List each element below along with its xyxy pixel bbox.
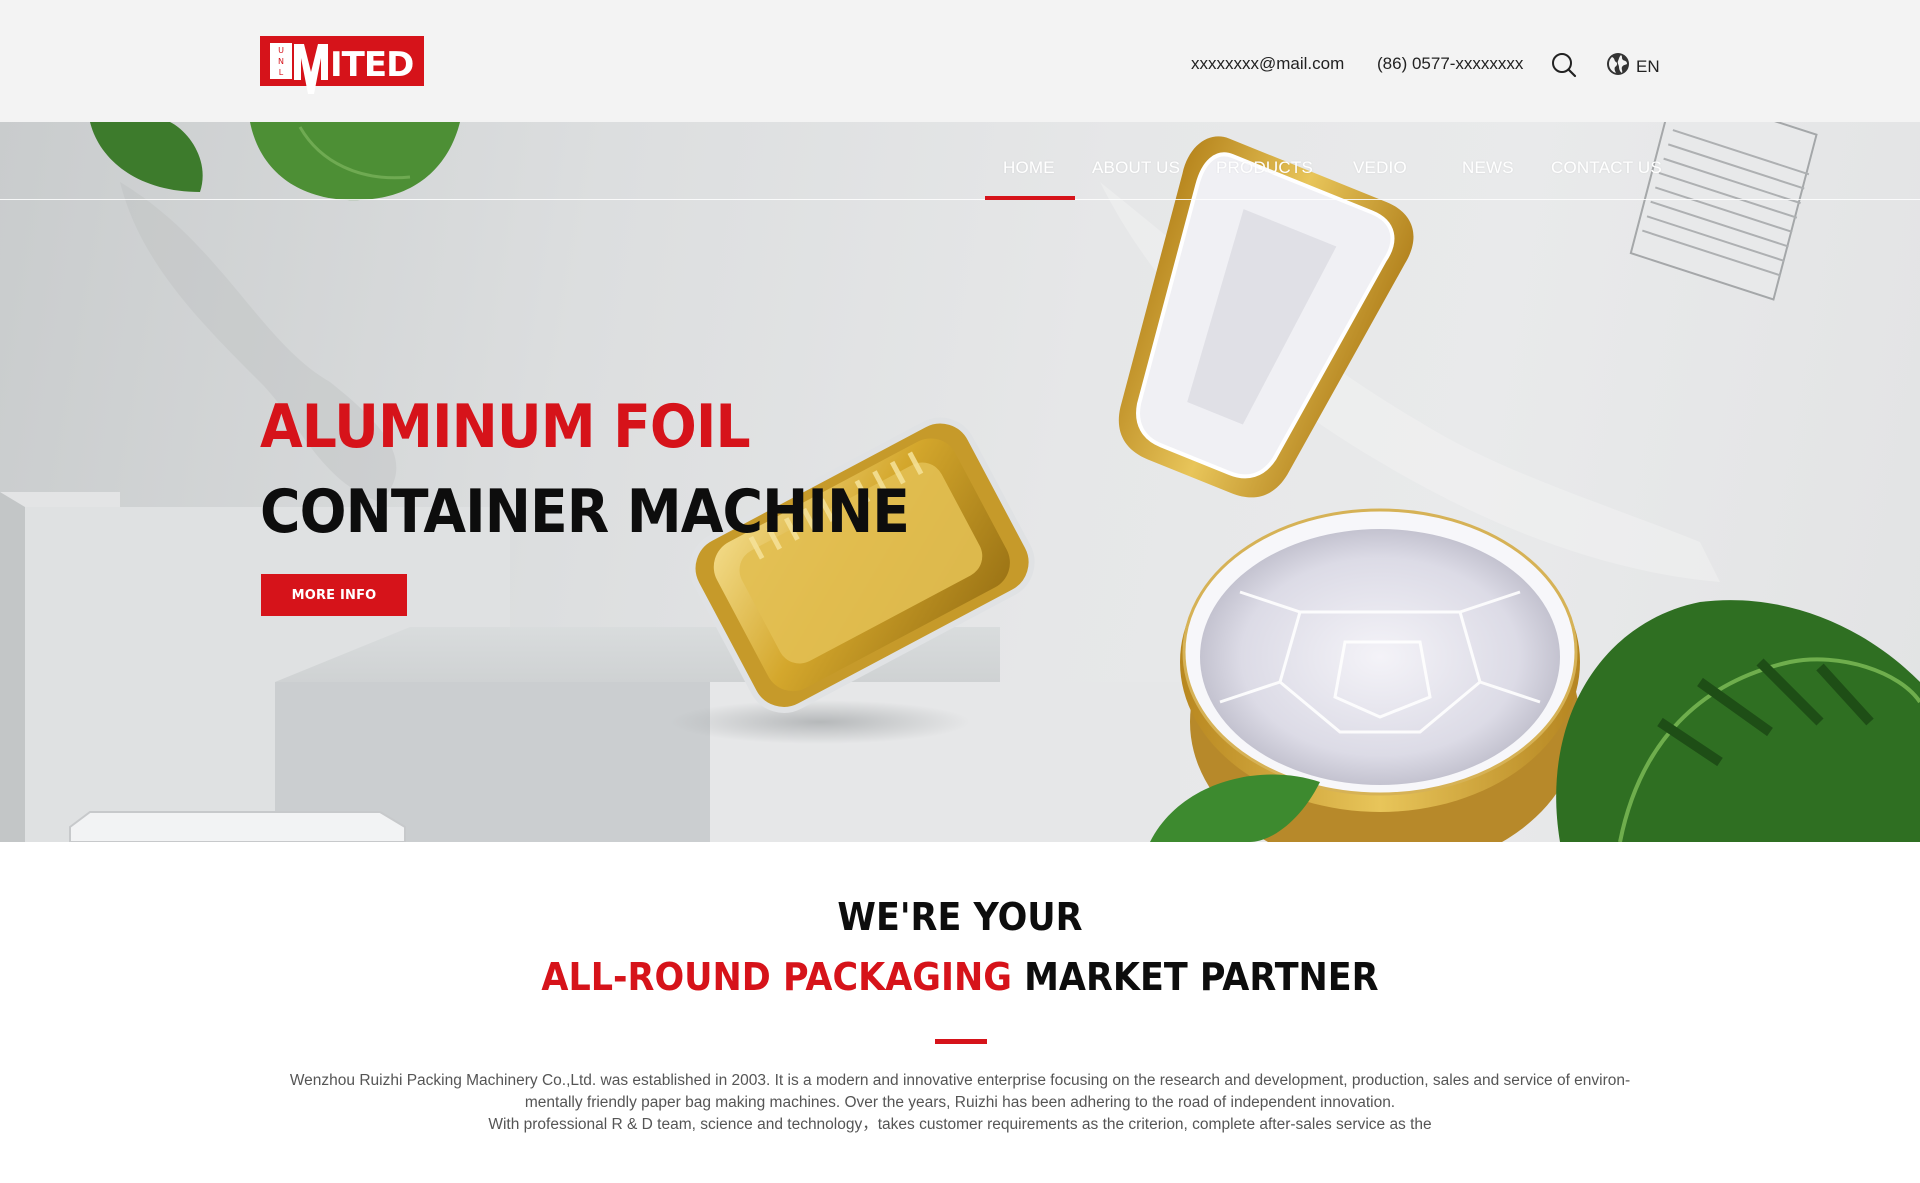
intro-paragraph: Wenzhou Ruizhi Packing Machinery Co.,Ltd… <box>260 1070 1660 1136</box>
hero-title-black: CONTAINER MACHINE <box>260 477 910 547</box>
nav-about-us[interactable]: ABOUT US <box>1092 158 1180 178</box>
unlimited-logo[interactable]: U N L ITED <box>260 36 424 96</box>
globe-icon <box>1606 52 1630 81</box>
hero-title-red: ALUMINUM FOIL <box>260 392 751 462</box>
hero-banner: HOME ABOUT US PRODUCTS VEDIO NEWS CONTAC… <box>0 122 1920 842</box>
svg-text:L: L <box>279 68 284 77</box>
intro-body-line3: With professional R & D team, science an… <box>488 1116 1432 1133</box>
nav-active-indicator <box>985 196 1075 200</box>
svg-text:ITED: ITED <box>330 45 413 85</box>
main-navigation: HOME ABOUT US PRODUCTS VEDIO NEWS CONTAC… <box>0 122 1920 200</box>
top-bar: U N L ITED xxxxxxxx@mail.com (86) 0577-x… <box>0 0 1920 122</box>
language-label: EN <box>1636 56 1660 76</box>
intro-divider <box>935 1039 987 1044</box>
language-selector[interactable]: EN <box>1606 52 1660 81</box>
intro-body-line2: mentally friendly paper bag making machi… <box>524 1094 1396 1111</box>
header-phone[interactable]: (86) 0577-xxxxxxxx <box>1377 54 1523 74</box>
intro-heading-line2: ALL-ROUND PACKAGING MARKET PARTNER <box>77 955 1843 999</box>
nav-news[interactable]: NEWS <box>1462 158 1514 178</box>
search-icon[interactable] <box>1550 51 1578 79</box>
svg-text:U: U <box>278 46 284 55</box>
more-info-button[interactable]: MORE INFO <box>261 574 407 616</box>
nav-vedio[interactable]: VEDIO <box>1353 158 1407 178</box>
header-email[interactable]: xxxxxxxx@mail.com <box>1191 54 1344 74</box>
nav-contact-us[interactable]: CONTACT US <box>1551 158 1662 178</box>
intro-body-line1: Wenzhou Ruizhi Packing Machinery Co.,Ltd… <box>289 1072 1631 1089</box>
intro-heading-rest: MARKET PARTNER <box>1024 955 1379 999</box>
nav-home[interactable]: HOME <box>1003 158 1055 178</box>
nav-products[interactable]: PRODUCTS <box>1216 158 1313 178</box>
intro-heading-line1: WE'RE YOUR <box>837 895 1083 939</box>
svg-text:N: N <box>278 57 284 66</box>
intro-heading-highlight: ALL-ROUND PACKAGING <box>541 955 1012 999</box>
